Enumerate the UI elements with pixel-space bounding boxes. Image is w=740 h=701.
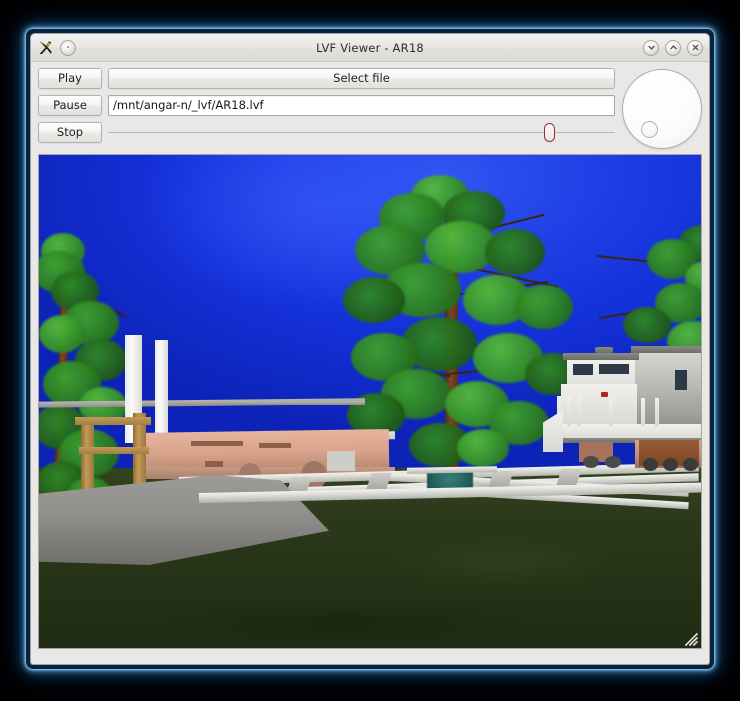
loco-hood-window	[675, 370, 687, 390]
loco-short-hood	[561, 384, 637, 426]
flatcar-detail-a	[191, 441, 243, 446]
loco-front-step	[543, 410, 563, 452]
player-toolbar: Play Select file Pause /mnt/angar-n/_lvf…	[31, 62, 709, 154]
loco-cab-roof	[563, 353, 639, 360]
fence-beam-far	[235, 401, 365, 405]
loco-horn	[595, 347, 613, 353]
application-window: LVF Viewer - AR18 Play Select file Pause…	[30, 33, 710, 665]
flatcar-coupler	[327, 451, 355, 471]
loco-cab-window-side	[599, 364, 629, 374]
signal-post-2	[155, 340, 168, 444]
file-path-input[interactable]: /mnt/angar-n/_lvf/AR18.lvf	[108, 95, 615, 116]
rotation-dial[interactable]	[622, 69, 702, 149]
rendered-scene	[39, 155, 701, 648]
loco-handrail-5	[641, 398, 645, 426]
loco-wheel-3	[683, 458, 698, 471]
close-x-icon	[692, 44, 698, 51]
pause-button[interactable]: Pause	[38, 95, 102, 116]
locomotive	[543, 340, 701, 480]
loco-handrail-6	[655, 398, 659, 426]
loco-wheel-2	[663, 458, 678, 471]
window-titlebar[interactable]: LVF Viewer - AR18	[31, 34, 709, 62]
wood-beam-mid	[79, 447, 149, 454]
close-button[interactable]	[687, 39, 703, 56]
minimize-button[interactable]	[643, 39, 659, 56]
wood-beam-top	[75, 417, 151, 425]
loco-cab-window-front	[573, 364, 593, 375]
maximize-button[interactable]	[665, 39, 681, 56]
loco-hood-top	[631, 346, 701, 353]
loco-handrail-2	[567, 396, 571, 426]
3d-scene-viewport[interactable]	[38, 154, 702, 649]
window-menu-icon[interactable]	[60, 39, 76, 56]
loco-wheel-4	[583, 456, 599, 468]
desktop-background: LVF Viewer - AR18 Play Select file Pause…	[0, 0, 740, 701]
flatcar-detail-b	[259, 443, 291, 448]
toolbar-row-pause: Pause /mnt/angar-n/_lvf/AR18.lvf	[38, 95, 615, 116]
loco-handrail-4	[609, 398, 613, 426]
resize-grip[interactable]	[684, 631, 698, 646]
loco-wheel-1	[643, 458, 658, 471]
play-button[interactable]: Play	[38, 68, 102, 89]
toolbar-row-stop: Stop	[38, 122, 615, 143]
chevron-up-icon	[669, 45, 677, 50]
rotation-dial-indicator	[640, 121, 658, 139]
loco-emblem	[601, 392, 608, 397]
loco-wheel-5	[605, 456, 621, 468]
x-logo-icon	[37, 39, 54, 56]
seek-slider-handle[interactable]	[544, 123, 556, 142]
chevron-down-icon	[647, 45, 655, 50]
select-file-button[interactable]: Select file	[108, 68, 615, 89]
toolbar-row-play: Play Select file	[38, 68, 615, 89]
window-title: LVF Viewer - AR18	[316, 40, 424, 55]
seek-slider[interactable]	[108, 122, 615, 143]
loco-handrail-3	[577, 396, 581, 426]
seek-slider-track	[108, 132, 615, 133]
stop-button[interactable]: Stop	[38, 122, 102, 143]
